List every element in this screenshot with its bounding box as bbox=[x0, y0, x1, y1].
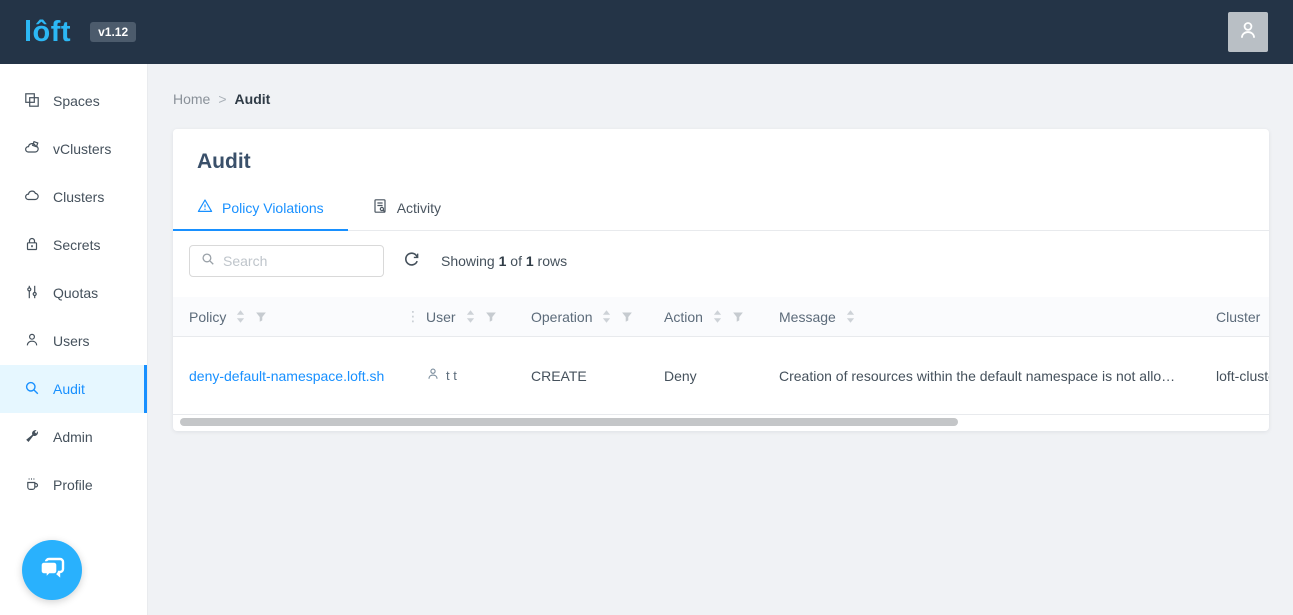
person-icon bbox=[1237, 19, 1259, 46]
sidebar-item-audit[interactable]: Audit bbox=[0, 365, 147, 413]
user-name: t t bbox=[446, 368, 457, 383]
tab-bar: Policy Violations Activity bbox=[173, 186, 1269, 231]
vcluster-icon bbox=[24, 140, 40, 159]
operation-cell: CREATE bbox=[515, 368, 648, 384]
sidebar-item-label: vClusters bbox=[53, 141, 111, 157]
column-header-operation[interactable]: Operation bbox=[515, 309, 648, 325]
filter-icon[interactable] bbox=[621, 311, 633, 323]
policy-cell: deny-default-namespace.loft.sh bbox=[173, 368, 410, 384]
column-header-policy[interactable]: Policy bbox=[173, 309, 410, 325]
sidebar-item-clusters[interactable]: Clusters bbox=[0, 173, 147, 221]
sidebar-item-label: Profile bbox=[53, 477, 93, 493]
mug-icon bbox=[24, 476, 40, 495]
column-header-cluster[interactable]: Cluster bbox=[1200, 309, 1269, 325]
filter-icon[interactable] bbox=[255, 311, 267, 323]
table-viewport: Policy ⋮ User bbox=[173, 297, 1269, 415]
sort-icon[interactable] bbox=[236, 310, 245, 323]
sidebar-item-secrets[interactable]: Secrets bbox=[0, 221, 147, 269]
filter-icon[interactable] bbox=[485, 311, 497, 323]
audit-card: Audit Policy Violations bbox=[173, 129, 1269, 431]
sidebar-item-label: Admin bbox=[53, 429, 93, 445]
user-avatar[interactable] bbox=[1228, 12, 1268, 52]
scrollbar-thumb[interactable] bbox=[180, 418, 958, 426]
version-badge: v1.12 bbox=[90, 22, 136, 42]
sidebar-item-label: Users bbox=[53, 333, 90, 349]
sidebar-item-users[interactable]: Users bbox=[0, 317, 147, 365]
sidebar: Spaces vClusters Clusters bbox=[0, 64, 148, 615]
sort-icon[interactable] bbox=[602, 310, 611, 323]
chat-bubbles-icon bbox=[36, 552, 68, 589]
action-cell: Deny bbox=[648, 368, 763, 384]
breadcrumb-home-link[interactable]: Home bbox=[173, 91, 210, 107]
chat-widget-button[interactable] bbox=[22, 540, 82, 600]
shown-count: 1 bbox=[499, 253, 507, 269]
refresh-icon bbox=[403, 251, 420, 271]
main-content: Home > Audit Audit Policy Violations bbox=[148, 64, 1293, 615]
sidebar-item-label: Audit bbox=[53, 381, 85, 397]
topbar: lôft v1.12 bbox=[0, 0, 1293, 64]
sidebar-item-admin[interactable]: Admin bbox=[0, 413, 147, 461]
sidebar-item-spaces[interactable]: Spaces bbox=[0, 77, 147, 125]
sidebar-item-label: Clusters bbox=[53, 189, 104, 205]
table-row[interactable]: deny-default-namespace.loft.sh t t bbox=[173, 337, 1269, 415]
sort-icon[interactable] bbox=[713, 310, 722, 323]
filter-icon[interactable] bbox=[732, 311, 744, 323]
search-icon bbox=[201, 252, 215, 271]
cluster-cell: loft-cluster bbox=[1200, 368, 1269, 384]
sliders-icon bbox=[24, 284, 40, 303]
search-icon bbox=[24, 380, 40, 399]
lock-icon bbox=[24, 236, 40, 255]
tab-label: Activity bbox=[397, 200, 441, 216]
sidebar-item-quotas[interactable]: Quotas bbox=[0, 269, 147, 317]
cloud-icon bbox=[24, 188, 40, 207]
sidebar-item-profile[interactable]: Profile bbox=[0, 461, 147, 509]
tab-label: Policy Violations bbox=[222, 200, 324, 216]
sidebar-item-label: Quotas bbox=[53, 285, 98, 301]
user-cell: t t bbox=[410, 367, 515, 384]
wrench-icon bbox=[24, 428, 40, 447]
sidebar-item-label: Spaces bbox=[53, 93, 100, 109]
search-box[interactable] bbox=[189, 245, 384, 277]
column-header-message[interactable]: Message bbox=[763, 309, 1200, 325]
column-resize-handle[interactable]: ⋮ bbox=[406, 308, 420, 325]
policy-link[interactable]: deny-default-namespace.loft.sh bbox=[189, 368, 384, 384]
table-toolbar: Showing 1 of 1 rows bbox=[173, 231, 1269, 297]
tab-policy-violations[interactable]: Policy Violations bbox=[173, 186, 348, 230]
warning-triangle-icon bbox=[197, 198, 213, 217]
violations-table: Policy ⋮ User bbox=[173, 297, 1269, 415]
horizontal-scrollbar bbox=[173, 418, 1269, 426]
sidebar-item-label: Secrets bbox=[53, 237, 100, 253]
column-header-user[interactable]: ⋮ User bbox=[410, 309, 515, 325]
breadcrumb-separator: > bbox=[218, 91, 226, 107]
table-header-row: Policy ⋮ User bbox=[173, 297, 1269, 337]
sort-icon[interactable] bbox=[466, 310, 475, 323]
audit-log-icon bbox=[372, 198, 388, 217]
breadcrumb: Home > Audit bbox=[173, 91, 1269, 107]
user-icon bbox=[426, 367, 440, 384]
row-count-status: Showing 1 of 1 rows bbox=[441, 253, 567, 269]
search-input[interactable] bbox=[223, 253, 372, 269]
total-count: 1 bbox=[526, 253, 534, 269]
user-icon bbox=[24, 332, 40, 351]
spaces-icon bbox=[24, 92, 40, 111]
breadcrumb-current: Audit bbox=[235, 91, 271, 107]
refresh-button[interactable] bbox=[403, 251, 420, 271]
loft-logo[interactable]: lôft bbox=[24, 18, 71, 47]
column-header-action[interactable]: Action bbox=[648, 309, 763, 325]
message-cell: Creation of resources within the default… bbox=[763, 368, 1200, 384]
sidebar-item-vclusters[interactable]: vClusters bbox=[0, 125, 147, 173]
tab-activity[interactable]: Activity bbox=[348, 186, 465, 230]
page-title: Audit bbox=[173, 129, 1269, 174]
sort-icon[interactable] bbox=[846, 310, 855, 323]
